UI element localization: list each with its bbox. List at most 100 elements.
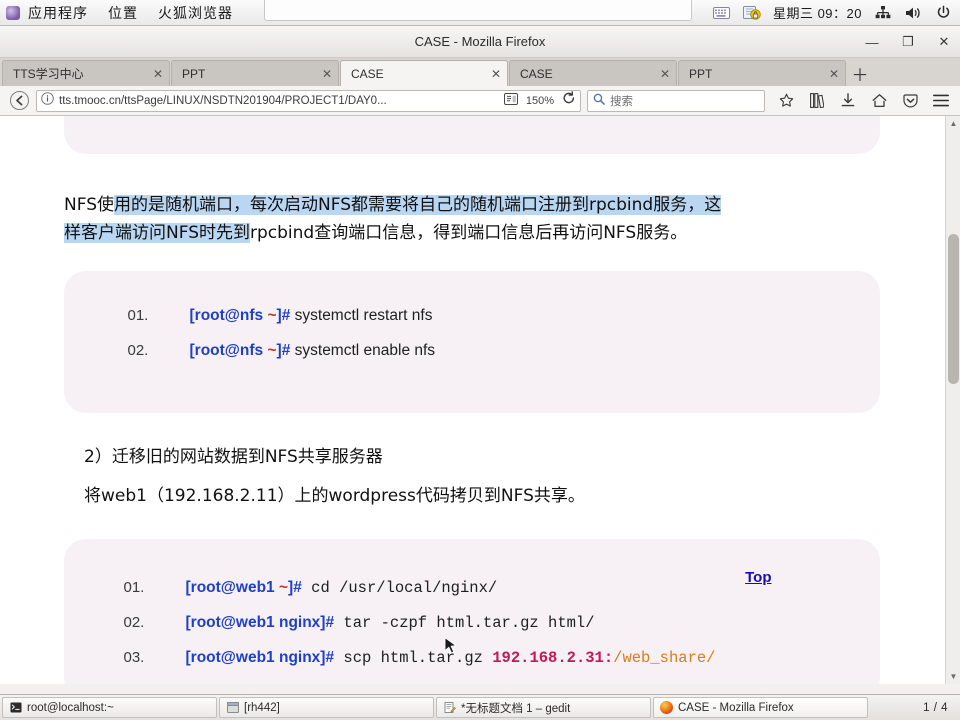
para-plain-1: NFS使 <box>64 195 114 215</box>
network-icon[interactable] <box>874 4 892 22</box>
taskbar-item-terminal[interactable]: root@localhost:~ <box>2 697 217 718</box>
bookmark-star-icon[interactable] <box>775 90 797 112</box>
window-controls: — ❐ ✕ <box>862 26 954 58</box>
gnome-places-menu[interactable]: 位置 <box>108 3 138 23</box>
line-number: 01. <box>123 578 145 596</box>
back-icon[interactable] <box>8 90 30 112</box>
tab-close-icon[interactable]: ✕ <box>660 68 670 80</box>
taskbar-item-firefox[interactable]: CASE - Mozilla Firefox <box>653 697 868 718</box>
volume-icon[interactable] <box>904 4 922 22</box>
gedit-icon <box>443 701 456 714</box>
toolbar-icon-group <box>771 90 952 112</box>
code-path: /usr/local/nginx/ <box>339 578 498 597</box>
library-icon[interactable] <box>806 90 828 112</box>
close-button[interactable]: ✕ <box>934 32 954 52</box>
window-titlebar: CASE - Mozilla Firefox — ❐ ✕ <box>0 26 960 58</box>
site-info-icon[interactable] <box>41 91 54 110</box>
web-page: NFS使用的是随机端口，每次启动NFS都需要将自己的随机端口注册到rpcbind… <box>0 116 943 684</box>
zoom-level-label[interactable]: 150% <box>523 95 557 107</box>
minimize-button[interactable]: — <box>862 32 882 52</box>
mouse-cursor <box>444 637 457 654</box>
tab-close-icon[interactable]: ✕ <box>829 68 839 80</box>
tab-ppt-1[interactable]: PPT ✕ <box>171 60 339 86</box>
search-icon <box>593 92 605 110</box>
gnome-applications-menu[interactable]: 应用程序 <box>6 3 88 23</box>
code-command: tar -czpf html.tar.gz html/ <box>334 613 595 632</box>
maximize-button[interactable]: ❐ <box>898 32 918 52</box>
code-command: scp html.tar.gz <box>334 648 493 667</box>
shell-prompt: [root@web1 nginx]# <box>185 613 335 631</box>
scroll-down-icon[interactable]: ▼ <box>946 669 960 684</box>
tab-case-2[interactable]: CASE ✕ <box>509 60 677 86</box>
tab-close-icon[interactable]: ✕ <box>322 68 332 80</box>
url-bar[interactable]: tts.tmooc.cn/ttsPage/LINUX/NSDTN201904/P… <box>36 89 581 112</box>
gnome-status-area: 星期三 09：20 <box>713 3 960 22</box>
tab-strip: TTS学习中心 ✕ PPT ✕ CASE ✕ CASE ✕ PPT ✕ ＋ <box>0 58 960 86</box>
navigation-toolbar: tts.tmooc.cn/ttsPage/LINUX/NSDTN201904/P… <box>0 86 960 116</box>
paragraph-nfs: NFS使用的是随机端口，每次启动NFS都需要将自己的随机端口注册到rpcbind… <box>0 192 943 247</box>
code-ip: 192.168.2.31: <box>492 648 614 667</box>
para-plain-2: rpcbind查询端口信息，得到端口信息后再访问NFS服务。 <box>250 222 688 243</box>
vertical-scrollbar[interactable]: ▲ ▼ <box>945 116 960 684</box>
taskbar-item-label: *无标题文档 1 – gedit <box>461 702 571 715</box>
tab-label: CASE <box>520 66 553 81</box>
power-icon[interactable] <box>934 4 952 22</box>
code-line: 03. [root@web1 nginx]# scp html.tar.gz 1… <box>64 649 880 684</box>
paragraph-migrate: 将web1（192.168.2.11）上的wordpress代码拷贝到NFS共享… <box>84 485 585 506</box>
window-title: CASE - Mozilla Firefox <box>414 34 546 49</box>
tab-label: PPT <box>182 66 206 81</box>
tab-label: TTS学习中心 <box>13 67 84 81</box>
gnome-firefox-menu[interactable]: 火狐浏览器 <box>158 3 233 23</box>
menu-icon[interactable] <box>930 90 952 112</box>
code-block-top-clipped <box>0 116 943 162</box>
home-icon[interactable] <box>868 90 890 112</box>
new-tab-button[interactable]: ＋ <box>847 60 873 86</box>
code-line: 02. [root@web1 nginx]# tar -czpf html.ta… <box>64 614 880 649</box>
tab-close-icon[interactable]: ✕ <box>153 68 163 80</box>
applications-icon <box>6 5 20 20</box>
shell-prompt: [root@nfs ~]# <box>189 342 291 360</box>
applications-menu-label: 应用程序 <box>28 4 88 21</box>
panel-window-stub <box>264 0 692 21</box>
tab-label: CASE <box>351 66 384 81</box>
firefox-window: CASE - Mozilla Firefox — ❐ ✕ TTS学习中心 ✕ P… <box>0 26 960 694</box>
taskbar-item-gedit[interactable]: *无标题文档 1 – gedit <box>436 697 651 718</box>
gnome-menu-group: 应用程序 位置 火狐浏览器 <box>0 3 233 23</box>
scroll-up-icon[interactable]: ▲ <box>946 116 960 131</box>
line-number: 02. <box>127 342 149 360</box>
search-input[interactable]: 搜索 <box>610 93 633 109</box>
section-heading: 2）迁移旧的网站数据到NFS共享服务器 <box>84 447 383 468</box>
tab-case-active[interactable]: CASE ✕ <box>340 60 508 86</box>
workspace-pager[interactable]: 1 / 4 <box>923 702 958 714</box>
code-command: systemctl enable nfs <box>290 342 436 360</box>
gnome-clock[interactable]: 星期三 09：20 <box>773 3 862 22</box>
para-selected-2: 样客户端访问NFS时先到 <box>64 222 250 243</box>
shell-prompt: [root@web1 ~]# <box>185 578 302 596</box>
para-selected-1: 用的是随机端口，每次启动NFS都需要将自己的随机端口注册到rpcbind服务，这 <box>114 195 722 215</box>
firefox-icon <box>660 701 673 714</box>
code-command: cd <box>301 578 340 597</box>
lock-screen-icon[interactable] <box>742 4 761 22</box>
reader-view-icon[interactable] <box>503 92 518 110</box>
shell-prompt: [root@web1 nginx]# <box>185 648 335 666</box>
line-number: 03. <box>123 648 145 666</box>
code-remote-path: /web_share/ <box>613 648 716 667</box>
keyboard-icon[interactable] <box>713 4 731 22</box>
taskbar-item-rh442[interactable]: [rh442] <box>219 697 434 718</box>
pocket-icon[interactable] <box>899 90 921 112</box>
taskbar-item-label: root@localhost:~ <box>27 701 114 714</box>
tab-close-icon[interactable]: ✕ <box>491 68 501 80</box>
downloads-icon[interactable] <box>837 90 859 112</box>
top-anchor-link[interactable]: Top <box>745 569 771 586</box>
taskbar: root@localhost:~ [rh442] *无标题文档 1 – gedi… <box>0 694 960 720</box>
window-icon <box>226 701 239 714</box>
line-number: 02. <box>123 613 145 631</box>
code-block-web1: Top 01. [root@web1 ~]# cd /usr/local/ngi… <box>63 538 880 684</box>
scrollbar-thumb[interactable] <box>948 234 959 384</box>
reload-icon[interactable] <box>562 91 576 110</box>
tab-tts[interactable]: TTS学习中心 ✕ <box>2 60 170 86</box>
line-number <box>128 116 190 125</box>
url-text[interactable]: tts.tmooc.cn/ttsPage/LINUX/NSDTN201904/P… <box>59 95 499 107</box>
search-bar[interactable]: 搜索 <box>587 89 765 112</box>
tab-ppt-2[interactable]: PPT ✕ <box>678 60 846 86</box>
